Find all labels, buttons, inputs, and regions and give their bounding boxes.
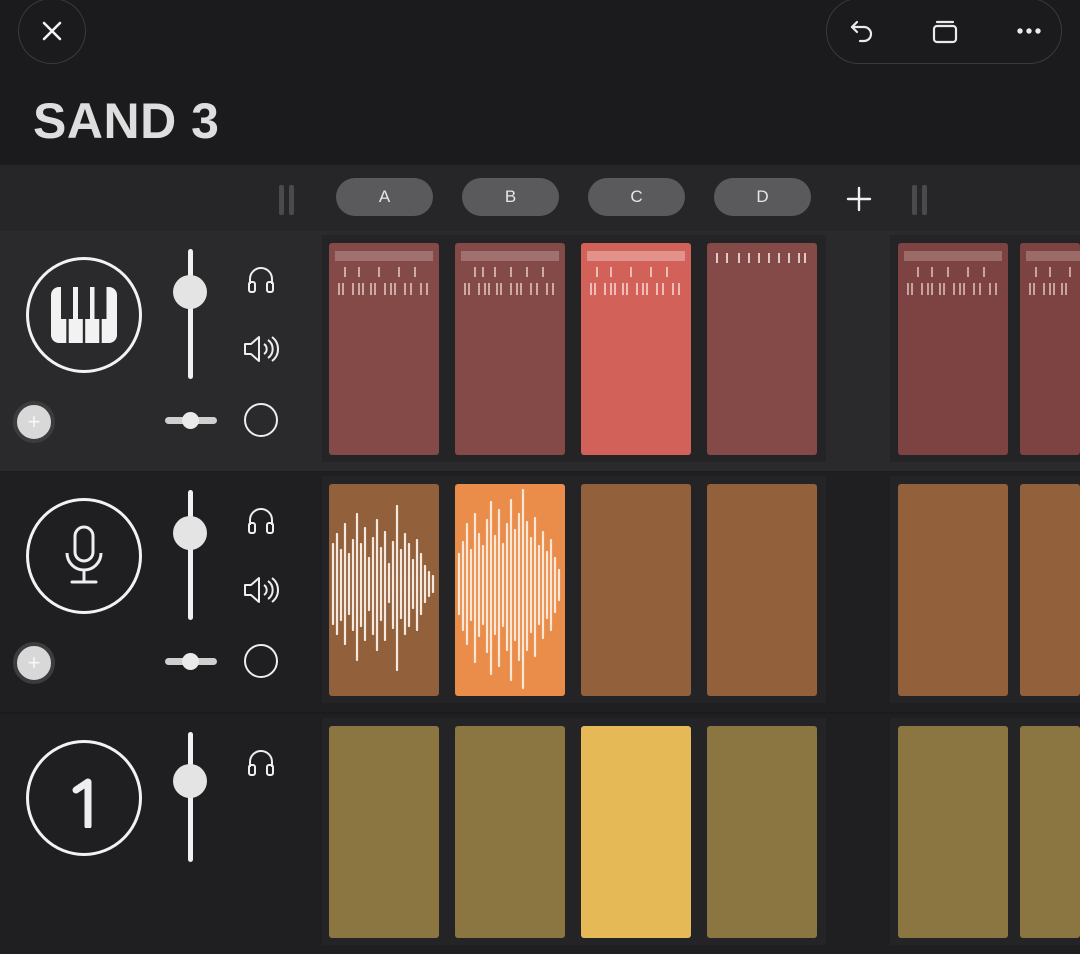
- clip-mic-c[interactable]: [581, 484, 691, 696]
- instrument-button[interactable]: [26, 257, 142, 373]
- midi-notes-preview: [461, 251, 559, 295]
- sampler-1-icon: [72, 778, 92, 828]
- plus-icon: [846, 186, 872, 212]
- volume-slider-knob[interactable]: [173, 275, 207, 309]
- clip-mic-e[interactable]: [898, 484, 1008, 696]
- scene-c-button[interactable]: C: [588, 178, 685, 216]
- clip-keys-c[interactable]: [581, 243, 691, 455]
- volume-slider-track[interactable]: [188, 490, 193, 620]
- midi-notes-preview: [587, 251, 685, 295]
- add-track-button[interactable]: +: [13, 642, 55, 684]
- clip-sampler-f[interactable]: [1020, 726, 1080, 938]
- add-scene-button[interactable]: [845, 185, 873, 213]
- duplicate-icon: [932, 20, 958, 44]
- mute-button[interactable]: [240, 331, 282, 367]
- clip-keys-b[interactable]: [455, 243, 565, 455]
- clip-keys-d[interactable]: [707, 243, 817, 455]
- scene-d-button[interactable]: D: [714, 178, 811, 216]
- more-button[interactable]: [1009, 13, 1049, 49]
- clip-sampler-e[interactable]: [898, 726, 1008, 938]
- pan-slider-knob[interactable]: [182, 653, 199, 670]
- add-track-button[interactable]: +: [13, 401, 55, 443]
- clip-mic-b[interactable]: [455, 484, 565, 696]
- speaker-icon: [244, 336, 279, 362]
- solo-button[interactable]: [240, 502, 282, 538]
- clip-mic-a[interactable]: [329, 484, 439, 696]
- undo-button[interactable]: [842, 13, 882, 49]
- clip-sampler-a[interactable]: [329, 726, 439, 938]
- volume-slider-knob[interactable]: [173, 516, 207, 550]
- clip-sampler-b[interactable]: [455, 726, 565, 938]
- piano-icon: [51, 287, 117, 343]
- scene-bar: A B C D: [0, 165, 1080, 231]
- clip-keys-f[interactable]: [1020, 243, 1080, 455]
- close-icon: [42, 21, 62, 41]
- record-ring-icon[interactable]: [244, 644, 278, 678]
- scene-a-button[interactable]: A: [336, 178, 433, 216]
- clip-sampler-d[interactable]: [707, 726, 817, 938]
- more-icon: [1017, 28, 1041, 34]
- solo-button[interactable]: [240, 744, 282, 780]
- midi-notes-preview: [1026, 251, 1080, 295]
- headphones-icon: [248, 267, 274, 293]
- waveform-preview: [457, 488, 561, 690]
- left-drag-handle[interactable]: [279, 185, 297, 215]
- instrument-button[interactable]: [26, 740, 142, 856]
- headphones-icon: [248, 508, 274, 534]
- toolbar: [826, 0, 1062, 64]
- midi-notes-preview: [904, 251, 1002, 295]
- mute-button[interactable]: [240, 572, 282, 608]
- project-title: SAND 3: [33, 93, 220, 149]
- pan-slider-knob[interactable]: [182, 412, 199, 429]
- record-ring-icon[interactable]: [244, 403, 278, 437]
- duplicate-button[interactable]: [925, 13, 965, 49]
- scene-b-button[interactable]: B: [462, 178, 559, 216]
- track-keys: +: [0, 231, 1080, 471]
- clip-keys-a[interactable]: [329, 243, 439, 455]
- clip-keys-e[interactable]: [898, 243, 1008, 455]
- midi-notes-preview: [335, 251, 433, 295]
- close-button[interactable]: [18, 0, 86, 64]
- clip-mic-f[interactable]: [1020, 484, 1080, 696]
- track-mic: +: [0, 472, 1080, 712]
- waveform-preview: [331, 504, 435, 672]
- solo-button[interactable]: [240, 261, 282, 297]
- undo-icon: [850, 20, 873, 43]
- instrument-button[interactable]: [26, 498, 142, 614]
- microphone-icon: [65, 525, 103, 584]
- volume-slider-track[interactable]: [188, 249, 193, 379]
- midi-notes-preview: [716, 253, 806, 263]
- clip-mic-d[interactable]: [707, 484, 817, 696]
- headphones-icon: [248, 750, 274, 776]
- top-bar: SAND 3: [0, 0, 1080, 165]
- speaker-icon: [244, 577, 279, 603]
- track-sampler: [0, 714, 1080, 954]
- clip-sampler-c[interactable]: [581, 726, 691, 938]
- right-drag-handle[interactable]: [912, 185, 930, 215]
